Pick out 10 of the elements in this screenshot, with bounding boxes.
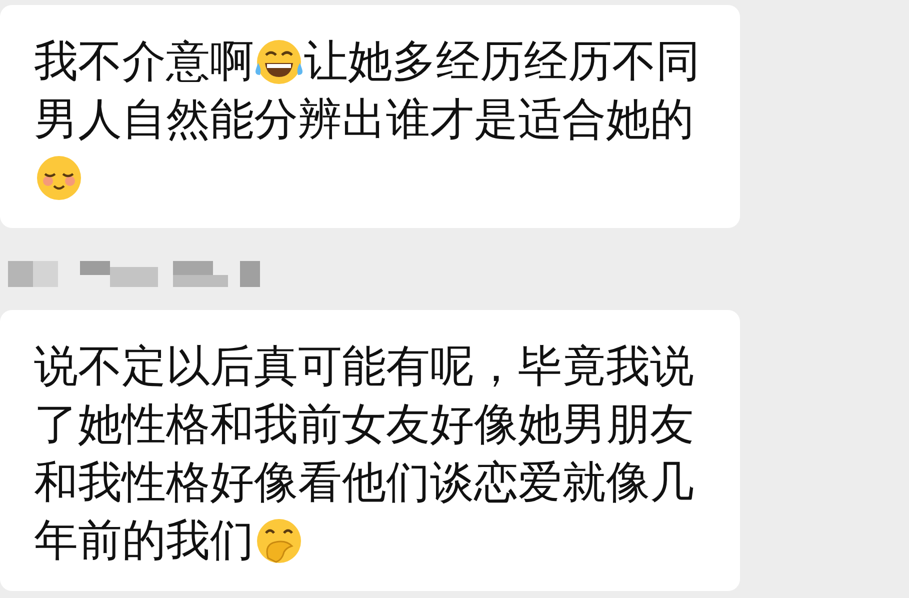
message-text: 了她性格和我前女友好像她男朋友 (34, 398, 694, 452)
message-text: 说不定以后真可能有呢，毕竟我说 (34, 340, 694, 394)
giggling-emoji-icon (254, 516, 304, 566)
laughing-emoji-icon (254, 37, 304, 87)
message-text: 让她多经历经历不同 (304, 35, 700, 89)
message-text: 和我性格好像看他们谈恋爱就像几 (34, 456, 694, 510)
message-text: 我不介意啊 (34, 35, 254, 89)
message-text: 男人自然能分辨出谁才是适合她的 (34, 93, 694, 147)
blushing-emoji-icon (34, 153, 84, 203)
message-text: 年前的我们 (34, 514, 254, 568)
